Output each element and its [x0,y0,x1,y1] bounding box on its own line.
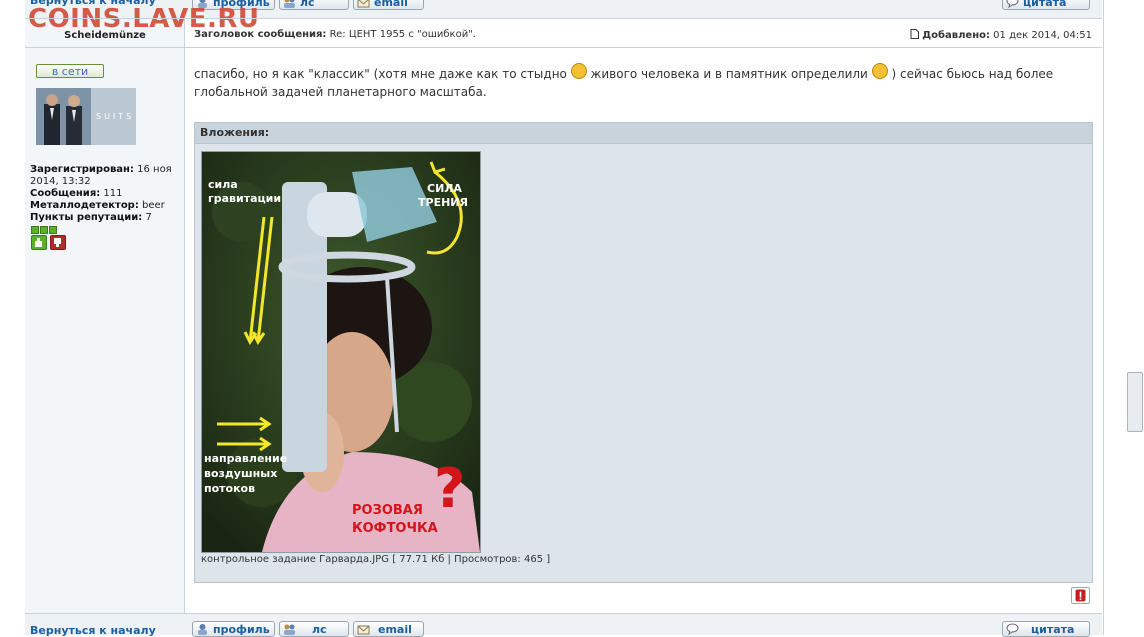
reputation-value: 7 [145,212,152,223]
online-status-badge: в сети [36,64,104,78]
registered-label: Зарегистрирован: [30,164,134,175]
thumbs-up-icon [35,238,42,247]
messages-label: Сообщения: [30,188,101,199]
report-button[interactable] [1071,587,1090,604]
question-mark: ? [434,457,465,520]
back-to-top-link[interactable]: Вернуться к началу [30,624,156,637]
jacket-label-2: КОФТОЧКА [352,521,438,536]
users-icon [284,0,295,8]
pm-label: лс [312,623,327,636]
rep-square [31,226,39,234]
envelope-icon [357,0,370,8]
author-name[interactable]: Scheidemünze [30,30,180,41]
airflow-label-3: потоков [204,482,255,495]
profile-label: профиль [213,623,270,636]
user-info: Зарегистрирован: 16 ноя 2014, 13:32 Сооб… [30,164,180,224]
users-icon [284,624,295,635]
avatar-image: SUITS [36,88,136,145]
post-icon[interactable] [910,29,920,39]
friction-label: СИЛА [427,182,462,195]
added-label: Добавлено: [922,30,990,41]
avatar[interactable]: SUITS [36,88,136,145]
rep-square [49,226,57,234]
reputation-label: Пункты репутации: [30,212,143,223]
avatar-text: SUITS [96,112,134,121]
thumbs-up-button[interactable] [31,235,47,250]
attachments-panel: Вложения: сила гравитации СИЛА ТРЕНИЯ на… [194,122,1093,583]
pm-button-top[interactable]: лс [279,0,349,10]
post-subject: Заголовок сообщения: Re: ЦЕНТ 1955 с "ош… [194,29,476,40]
messages-count: 111 [103,188,123,199]
detector-label: Металлодетектор: [30,200,139,211]
quote-label: цитата [1031,623,1075,636]
warning-icon [1075,589,1086,602]
quote-button-top[interactable]: цитата [1002,0,1090,10]
airflow-label: направление [204,452,287,465]
quote-label: цитата [1023,0,1067,9]
attachment-filename[interactable]: контрольное задание Гарварда.JPG [201,554,389,565]
message-text-1: спасибо, но я как "классик" (хотя мне да… [194,67,567,81]
divider [25,18,1102,19]
attachments-title: Вложения: [195,123,1092,144]
email-label: email [374,0,408,9]
envelope-icon [357,625,370,635]
attachment-size: 77.71 Кб [399,554,445,565]
speech-bubble-icon [1006,623,1019,635]
added-date: 01 дек 2014, 04:51 [993,30,1092,41]
friction-label-2: ТРЕНИЯ [418,196,468,209]
attachment-image[interactable]: сила гравитации СИЛА ТРЕНИЯ направление … [201,151,481,553]
laugh-smile-icon [871,63,888,79]
thumbs-down-icon [54,238,61,247]
attachment-caption: контрольное задание Гарварда.JPG [ 77.71… [201,554,551,565]
email-button-top[interactable]: email [353,0,424,10]
gravity-label: сила [208,178,238,191]
rep-square [40,226,48,234]
scrollbar-thumb[interactable] [1127,372,1143,432]
header-divider [25,47,1102,48]
post-footer [25,614,1102,635]
gravity-label-2: гравитации [208,192,281,205]
blush-smile-icon [570,63,587,79]
email-label: email [378,623,412,636]
subject-label: Заголовок сообщения: [194,29,327,40]
views-count: 465 [523,554,544,565]
thumbs-down-button[interactable] [50,235,66,250]
views-label: Просмотров: [454,554,521,565]
airflow-label-2: воздушных [204,467,277,480]
post-date: Добавлено: 01 дек 2014, 04:51 [910,29,1092,41]
speech-bubble-icon [1006,0,1019,8]
pm-label: лс [300,0,315,9]
detector-value: beer [142,200,165,211]
subject-text: Re: ЦЕНТ 1955 с "ошибкой". [329,29,476,40]
profile-icon [198,624,207,635]
post-message: спасибо, но я как "классик" (хотя мне да… [194,63,1094,101]
message-text-2: живого человека и в памятник определили [590,67,868,81]
jacket-label: РОЗОВАЯ [352,503,423,518]
attachment-picture: сила гравитации СИЛА ТРЕНИЯ направление … [202,152,480,552]
